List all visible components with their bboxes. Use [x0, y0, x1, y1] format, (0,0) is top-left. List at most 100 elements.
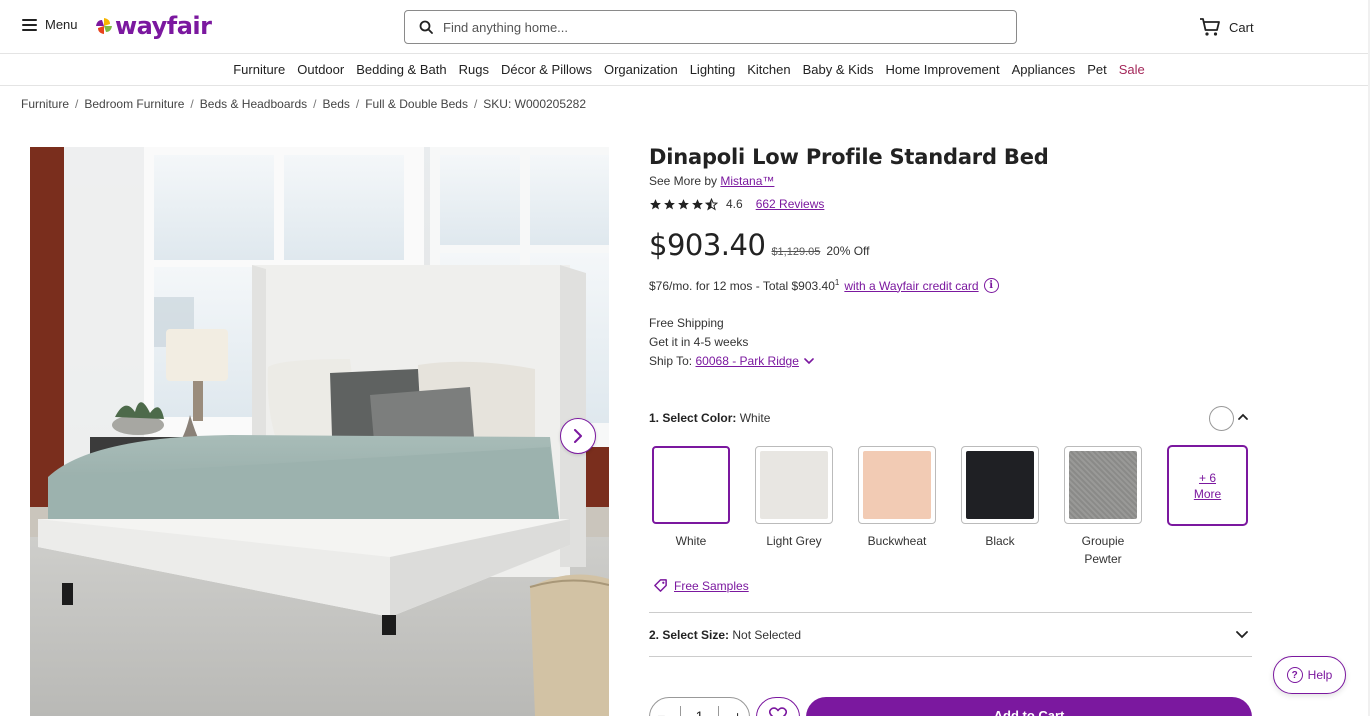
- ship-to-label: Ship To:: [649, 354, 693, 368]
- menu-button[interactable]: Menu: [22, 17, 78, 32]
- swatch-label: Light Grey: [766, 534, 822, 548]
- nav-item-kitchen[interactable]: Kitchen: [747, 62, 790, 77]
- chevron-right-icon: [574, 429, 582, 443]
- selected-color-dot: [1209, 406, 1234, 431]
- reviews-link[interactable]: 662 Reviews: [756, 197, 825, 211]
- breadcrumb-separator: /: [473, 97, 478, 111]
- breadcrumb-full-double-beds[interactable]: Full & Double Beds: [365, 97, 468, 111]
- nav-item-sale[interactable]: Sale: [1119, 62, 1145, 77]
- star-icon: [692, 198, 703, 209]
- nav-item-baby-kids[interactable]: Baby & Kids: [803, 62, 874, 77]
- nav-item-bedding-bath[interactable]: Bedding & Bath: [356, 62, 446, 77]
- free-samples-link[interactable]: Free Samples: [653, 578, 749, 593]
- nav-item-appliances[interactable]: Appliances: [1012, 62, 1076, 77]
- hamburger-icon: [22, 18, 37, 31]
- breadcrumb-sku: SKU: W000205282: [483, 97, 587, 111]
- add-to-cart-button[interactable]: Add to Cart: [806, 697, 1252, 716]
- swatch-fill: [760, 451, 828, 519]
- cart-button[interactable]: Cart: [1199, 17, 1254, 37]
- product-image[interactable]: [30, 147, 609, 716]
- wayfair-logo[interactable]: wayfair: [95, 12, 212, 40]
- breadcrumb-separator: /: [75, 97, 79, 111]
- nav-item-pet[interactable]: Pet: [1087, 62, 1107, 77]
- quantity-value[interactable]: 1: [696, 708, 704, 716]
- swatch-black[interactable]: Black: [961, 446, 1039, 550]
- quantity-divider: [717, 706, 719, 716]
- rating-value: 4.6: [726, 197, 743, 211]
- swatch-box: [961, 446, 1039, 524]
- financing-footnote: 1: [834, 278, 840, 287]
- credit-card-link[interactable]: with a Wayfair credit card: [844, 279, 978, 293]
- swatch-box: [755, 446, 833, 524]
- nav-item-decor-pillows[interactable]: Décor & Pillows: [501, 62, 592, 77]
- financing-text: $76/mo. for 12 mos - Total $903.401: [649, 278, 839, 293]
- breadcrumb-beds[interactable]: Beds: [323, 97, 350, 111]
- search-icon: [419, 20, 433, 34]
- logo-pinwheel-icon: [96, 18, 112, 34]
- next-image-button[interactable]: [560, 418, 596, 454]
- ship-to-zip-link[interactable]: 60068 - Park Ridge: [696, 354, 799, 368]
- nav-item-home-improvement[interactable]: Home Improvement: [885, 62, 999, 77]
- quantity-decrease-button[interactable]: −: [657, 708, 665, 716]
- nav-item-rugs[interactable]: Rugs: [459, 62, 489, 77]
- swatch-light-grey[interactable]: Light Grey: [755, 446, 833, 550]
- sale-price: $903.40: [649, 228, 766, 262]
- chevron-up-icon[interactable]: [1237, 411, 1249, 423]
- rating-row: 4.6 662 Reviews: [649, 197, 1252, 211]
- swatch-label: Black: [985, 534, 1015, 548]
- more-colors-label: More: [1193, 486, 1222, 501]
- search-bar[interactable]: [404, 10, 1017, 44]
- financing-amount: $76/mo. for 12 mos - Total $903.40: [649, 279, 835, 293]
- size-heading-label: 2. Select Size:: [649, 627, 730, 642]
- bedroom-scene-image: [30, 147, 609, 716]
- category-nav: Furniture Outdoor Bedding & Bath Rugs Dé…: [0, 54, 1370, 86]
- product-title: Dinapoli Low Profile Standard Bed: [649, 145, 1049, 169]
- more-colors-button[interactable]: + 6 More: [1167, 445, 1248, 526]
- more-colors-count: + 6: [1198, 470, 1216, 485]
- see-more-prefix: See More by: [649, 174, 718, 188]
- swatch-white[interactable]: White: [652, 446, 730, 550]
- swatch-box: [652, 446, 730, 524]
- star-icon: [678, 198, 689, 209]
- quantity-divider: [680, 706, 682, 716]
- breadcrumb-separator: /: [355, 97, 360, 111]
- delivery-estimate: Get it in 4-5 weeks: [649, 335, 749, 349]
- favorite-button[interactable]: [756, 697, 800, 716]
- size-selector[interactable]: 2. Select Size: Not Selected: [649, 612, 1252, 657]
- menu-label: Menu: [45, 17, 78, 32]
- discount-label: 20% Off: [826, 244, 870, 258]
- swatch-groupie-pewter[interactable]: Groupie Pewter: [1064, 446, 1142, 568]
- quantity-stepper: − 1 +: [649, 697, 750, 716]
- search-input[interactable]: [443, 19, 1016, 35]
- price-row: $903.40 $1,129.05 20% Off: [649, 228, 1252, 262]
- heart-icon: [769, 707, 787, 716]
- tag-icon: [654, 579, 667, 592]
- swatch-label: Buckwheat: [867, 534, 927, 548]
- breadcrumb-bedroom-furniture[interactable]: Bedroom Furniture: [84, 97, 184, 111]
- color-heading: 1. Select Color: White: [649, 411, 1252, 425]
- breadcrumb-separator: /: [313, 97, 317, 111]
- brand-link[interactable]: Mistana™: [720, 174, 774, 188]
- help-label: Help: [1307, 668, 1333, 682]
- swatch-fill: [863, 451, 931, 519]
- info-icon[interactable]: i: [983, 278, 999, 293]
- help-icon: ?: [1286, 667, 1303, 683]
- color-heading-label: 1. Select Color:: [649, 411, 737, 425]
- breadcrumb-furniture[interactable]: Furniture: [21, 97, 69, 111]
- nav-item-outdoor[interactable]: Outdoor: [297, 62, 344, 77]
- financing-row: $76/mo. for 12 mos - Total $903.401 with…: [649, 278, 1252, 293]
- breadcrumb-beds-headboards[interactable]: Beds & Headboards: [200, 97, 307, 111]
- chevron-down-icon[interactable]: [804, 358, 815, 365]
- swatch-fill: [1069, 451, 1137, 519]
- cart-label: Cart: [1229, 19, 1254, 35]
- logo-text: wayfair: [115, 12, 212, 40]
- swatch-fill: [657, 451, 725, 519]
- nav-item-lighting[interactable]: Lighting: [690, 62, 736, 77]
- help-button[interactable]: ? Help: [1273, 656, 1346, 694]
- swatch-buckwheat[interactable]: Buckwheat: [858, 446, 936, 550]
- nav-item-furniture[interactable]: Furniture: [233, 62, 285, 77]
- ship-to-row: Ship To: 60068 - Park Ridge: [649, 352, 1252, 371]
- nav-item-organization[interactable]: Organization: [604, 62, 678, 77]
- quantity-increase-button[interactable]: +: [734, 708, 742, 716]
- swatch-fill: [966, 451, 1034, 519]
